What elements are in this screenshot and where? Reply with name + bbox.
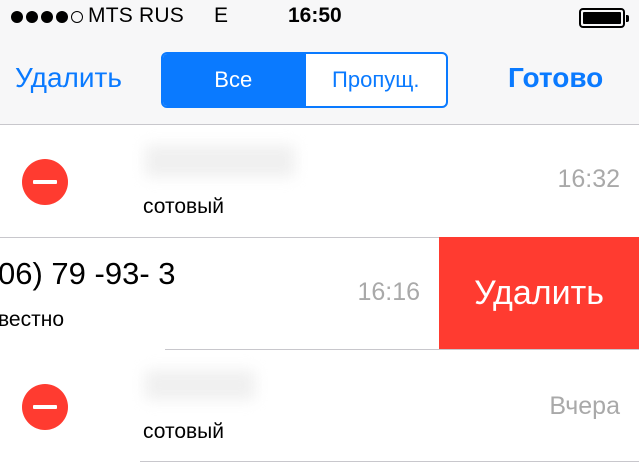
network-type: E [214, 4, 229, 27]
status-bar: MTS RUS E 16:50 [0, 0, 639, 36]
call-row[interactable]: сотовый 16:32 [0, 125, 639, 237]
call-row[interactable]: сотовый Вчера [0, 350, 639, 462]
contact-name-blurred [145, 370, 255, 400]
status-time: 16:50 [288, 4, 342, 27]
delete-all-button[interactable]: Удалить [15, 62, 122, 94]
segment-all[interactable]: Все [163, 54, 304, 106]
signal-dots-icon [11, 11, 83, 23]
row-separator [140, 461, 639, 462]
calls-filter-segmented-control[interactable]: Все Пропущ. [161, 52, 448, 108]
carrier-name: MTS RUS [88, 4, 184, 27]
signal-dot [11, 11, 23, 23]
signal-dot [26, 11, 38, 23]
call-time: 16:32 [557, 165, 620, 193]
contact-name-blurred [145, 145, 295, 177]
call-type-label: сотовый [143, 420, 224, 443]
battery-fill [583, 12, 621, 24]
minus-circle-icon[interactable] [22, 159, 68, 205]
signal-dot-empty [71, 11, 83, 23]
battery-tip [626, 15, 629, 22]
segment-missed[interactable]: Пропущ. [303, 54, 447, 106]
battery-icon [579, 8, 629, 28]
done-button[interactable]: Готово [508, 62, 603, 94]
call-time: 16:16 [357, 278, 420, 306]
swipe-delete-button[interactable]: Удалить [439, 237, 639, 349]
call-type-label: сотовый [143, 195, 224, 218]
signal-dot [56, 11, 68, 23]
call-time: Вчера [549, 392, 620, 420]
signal-dot [41, 11, 53, 23]
call-row-swiped[interactable]: 06) 79 -93- 3 вестно 16:16 [0, 237, 439, 349]
top-bar: MTS RUS E 16:50 Удалить Все Пропущ. Гото… [0, 0, 639, 125]
minus-circle-icon[interactable] [22, 384, 68, 430]
call-number: 06) 79 -93- 3 [0, 256, 176, 291]
call-type-label: вестно [0, 308, 64, 331]
